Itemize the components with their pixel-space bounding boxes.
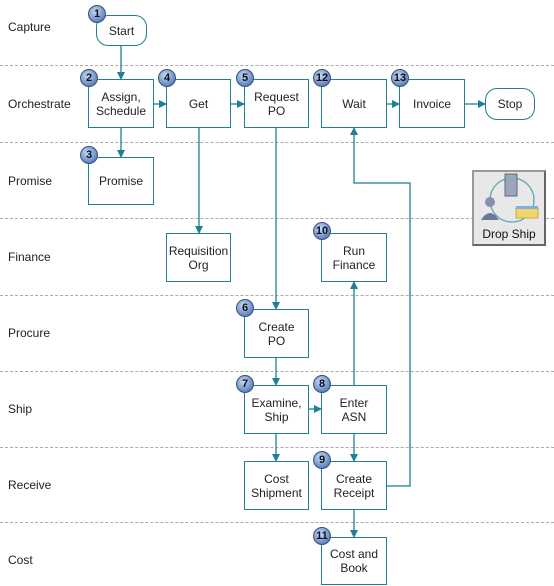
step-badge: 8 <box>313 375 331 393</box>
step-badge: 10 <box>313 222 331 240</box>
node-invoice: Invoice <box>399 79 465 128</box>
step-badge: 4 <box>158 69 176 87</box>
node-assign-schedule: Assign, Schedule <box>88 79 154 128</box>
drop-ship-label: Drop Ship <box>482 227 536 241</box>
node-wait: Wait <box>321 79 387 128</box>
step-badge: 11 <box>313 527 331 545</box>
node-get: Get <box>166 79 231 128</box>
node-enter-asn: Enter ASN <box>321 385 387 434</box>
step-badge: 13 <box>391 69 409 87</box>
step-badge: 6 <box>236 299 254 317</box>
step-badge: 3 <box>80 146 98 164</box>
step-badge: 7 <box>236 375 254 393</box>
drop-ship-flow-diagram: Capture Orchestrate Promise Finance Proc… <box>0 0 554 586</box>
step-badge: 1 <box>88 5 106 23</box>
step-badge: 9 <box>313 451 331 469</box>
node-run-finance: Run Finance <box>321 233 387 282</box>
node-create-receipt: Create Receipt <box>321 461 387 510</box>
node-cost-and-book: Cost and Book <box>321 537 387 585</box>
step-badge: 12 <box>313 69 331 87</box>
node-examine-ship: Examine, Ship <box>244 385 309 434</box>
node-request-po: Request PO <box>244 79 309 128</box>
node-cost-shipment: Cost Shipment <box>244 461 309 510</box>
node-requisition-org: Requisition Org <box>166 233 231 282</box>
node-stop: Stop <box>485 88 535 120</box>
drop-ship-icon: Drop Ship <box>472 170 546 246</box>
drop-ship-graphic <box>481 173 539 223</box>
step-badge: 2 <box>80 69 98 87</box>
node-create-po: Create PO <box>244 309 309 358</box>
step-badge: 5 <box>236 69 254 87</box>
node-promise: Promise <box>88 157 154 205</box>
